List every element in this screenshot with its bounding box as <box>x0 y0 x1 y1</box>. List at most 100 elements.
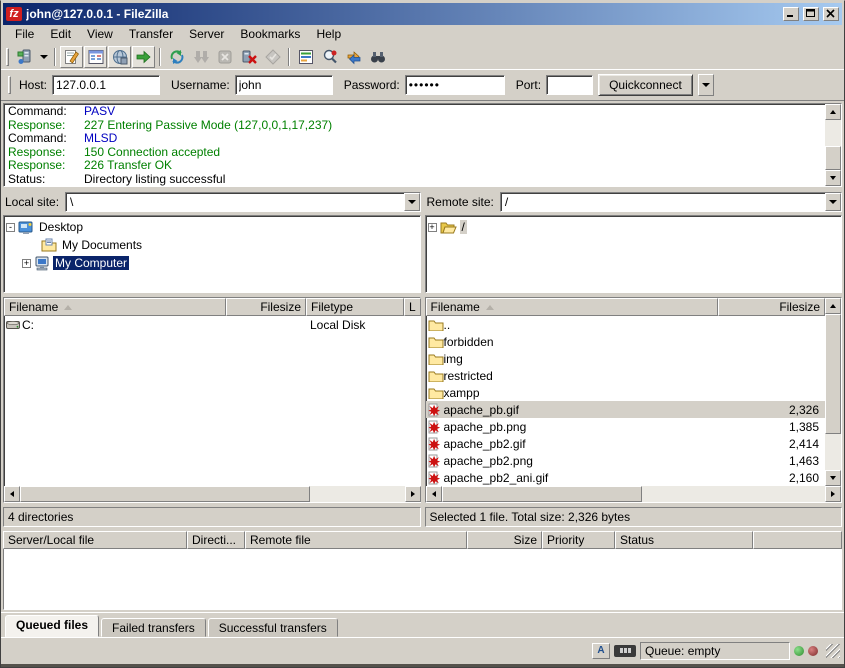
scroll-down-button[interactable] <box>825 470 841 486</box>
menu-help[interactable]: Help <box>308 25 349 43</box>
local-site-dropdown[interactable] <box>404 193 420 211</box>
scroll-up-button[interactable] <box>825 104 841 120</box>
remote-file-row[interactable]: apache_pb2.gif2,414 <box>426 435 826 452</box>
host-input[interactable] <box>52 75 160 95</box>
quickconnect-button[interactable]: Quickconnect <box>598 74 693 96</box>
local-site-value[interactable]: \ <box>66 193 403 211</box>
column-header-filetype[interactable]: Filetype <box>306 298 404 316</box>
local-horizontal-scrollbar[interactable] <box>4 486 421 502</box>
remote-file-row[interactable]: apache_pb2.png1,463 <box>426 452 826 469</box>
scrollbar-track[interactable] <box>642 486 826 502</box>
port-input[interactable] <box>546 75 593 95</box>
remote-horizontal-scrollbar[interactable] <box>426 486 842 502</box>
remote-list-rows[interactable]: .. forbidden img restricted xampp apache… <box>426 316 826 486</box>
column-header-priority[interactable]: Priority <box>542 531 615 549</box>
scroll-up-button[interactable] <box>825 298 841 314</box>
column-header-size[interactable]: Size <box>467 531 542 549</box>
quickbar-grip[interactable] <box>8 76 11 94</box>
tab-queued-files[interactable]: Queued files <box>5 615 99 637</box>
menu-server[interactable]: Server <box>181 25 232 43</box>
scroll-left-button[interactable] <box>4 486 20 502</box>
tree-item-label[interactable]: Desktop <box>37 220 85 234</box>
minimize-button[interactable] <box>783 7 799 21</box>
site-manager-button[interactable] <box>13 46 36 68</box>
toggle-message-log-button[interactable] <box>60 46 83 68</box>
scroll-right-button[interactable] <box>405 486 421 502</box>
refresh-button[interactable] <box>165 46 188 68</box>
directory-comparison-button[interactable] <box>318 46 341 68</box>
scroll-down-button[interactable] <box>825 170 841 186</box>
local-file-row[interactable]: C: Local Disk <box>4 316 421 333</box>
toolbar-grip[interactable] <box>6 48 9 66</box>
title-bar[interactable]: fz john@127.0.0.1 - FileZilla <box>3 3 842 25</box>
tab-failed-transfers[interactable]: Failed transfers <box>101 618 206 637</box>
remote-file-row[interactable]: img <box>426 350 826 367</box>
menu-edit[interactable]: Edit <box>42 25 79 43</box>
remote-file-row[interactable]: .. <box>426 316 826 333</box>
menu-bookmarks[interactable]: Bookmarks <box>232 25 308 43</box>
disconnect-button[interactable] <box>237 46 260 68</box>
tab-successful-transfers[interactable]: Successful transfers <box>208 618 338 637</box>
maximize-button[interactable] <box>803 7 819 21</box>
password-input[interactable] <box>405 75 505 95</box>
cancel-operation-button[interactable] <box>213 46 236 68</box>
scroll-right-button[interactable] <box>825 486 841 502</box>
scrollbar-track[interactable] <box>825 434 841 470</box>
find-files-button[interactable] <box>366 46 389 68</box>
column-header-server-local-file[interactable]: Server/Local file <box>3 531 187 549</box>
window-resize-grip[interactable] <box>826 644 840 658</box>
tree-item-label[interactable]: / <box>460 220 467 234</box>
scrollbar-thumb[interactable] <box>825 146 841 170</box>
remote-tree[interactable]: + / <box>425 215 843 293</box>
remote-file-row[interactable]: xampp <box>426 384 826 401</box>
column-header-filename[interactable]: Filename <box>4 298 226 316</box>
message-log[interactable]: Command:PASV Response:227 Entering Passi… <box>4 104 825 186</box>
remote-file-row-selected[interactable]: apache_pb.gif2,326 <box>426 401 826 418</box>
tree-item-label[interactable]: My Documents <box>60 238 144 252</box>
column-header-filename[interactable]: Filename <box>426 298 718 316</box>
menu-transfer[interactable]: Transfer <box>121 25 181 43</box>
speed-limit-indicator-icon[interactable] <box>614 645 636 657</box>
quickconnect-dropdown[interactable] <box>698 74 714 96</box>
expand-icon[interactable]: + <box>428 223 437 232</box>
scroll-left-button[interactable] <box>426 486 442 502</box>
scrollbar-thumb[interactable] <box>442 486 642 502</box>
tree-item-desktop[interactable]: - Desktop <box>6 218 418 236</box>
remote-file-row[interactable]: restricted <box>426 367 826 384</box>
remote-site-dropdown[interactable] <box>825 193 841 211</box>
tree-item-root[interactable]: + / <box>428 218 840 236</box>
synchronized-browsing-button[interactable] <box>342 46 365 68</box>
process-queue-button[interactable] <box>189 46 212 68</box>
queue-list[interactable] <box>3 549 842 610</box>
menu-file[interactable]: File <box>7 25 42 43</box>
username-input[interactable] <box>235 75 333 95</box>
toggle-local-tree-button[interactable] <box>84 46 107 68</box>
scrollbar-thumb[interactable] <box>825 314 841 434</box>
remote-file-row[interactable]: forbidden <box>426 333 826 350</box>
column-header-direction[interactable]: Directi... <box>187 531 245 549</box>
menu-view[interactable]: View <box>79 25 121 43</box>
column-header-remote-file[interactable]: Remote file <box>245 531 467 549</box>
remote-site-value[interactable]: / <box>501 193 825 211</box>
remote-file-row[interactable]: apache_pb.png1,385 <box>426 418 826 435</box>
scrollbar-track[interactable] <box>310 486 405 502</box>
collapse-icon[interactable]: - <box>6 223 15 232</box>
toggle-queue-button[interactable] <box>132 46 155 68</box>
close-button[interactable] <box>823 7 839 21</box>
column-header-status[interactable]: Status <box>615 531 753 549</box>
column-header-last-modified[interactable]: L <box>404 298 421 316</box>
expand-icon[interactable]: + <box>22 259 31 268</box>
tree-item-my-documents[interactable]: My Documents <box>6 236 418 254</box>
remote-site-combobox[interactable]: / <box>500 192 842 212</box>
scrollbar-track[interactable] <box>825 120 841 146</box>
log-vertical-scrollbar[interactable] <box>825 104 841 186</box>
filter-button[interactable] <box>294 46 317 68</box>
local-tree[interactable]: - Desktop My Documents + My Computer <box>3 215 421 293</box>
remote-file-row[interactable]: apache_pb2_ani.gif2,160 <box>426 469 826 486</box>
site-manager-dropdown[interactable] <box>37 46 50 68</box>
toggle-remote-tree-button[interactable] <box>108 46 131 68</box>
local-site-combobox[interactable]: \ <box>65 192 420 212</box>
transfer-type-indicator[interactable]: A <box>592 643 610 659</box>
local-list-rows[interactable]: C: Local Disk <box>4 316 421 486</box>
remote-vertical-scrollbar[interactable] <box>825 298 841 486</box>
